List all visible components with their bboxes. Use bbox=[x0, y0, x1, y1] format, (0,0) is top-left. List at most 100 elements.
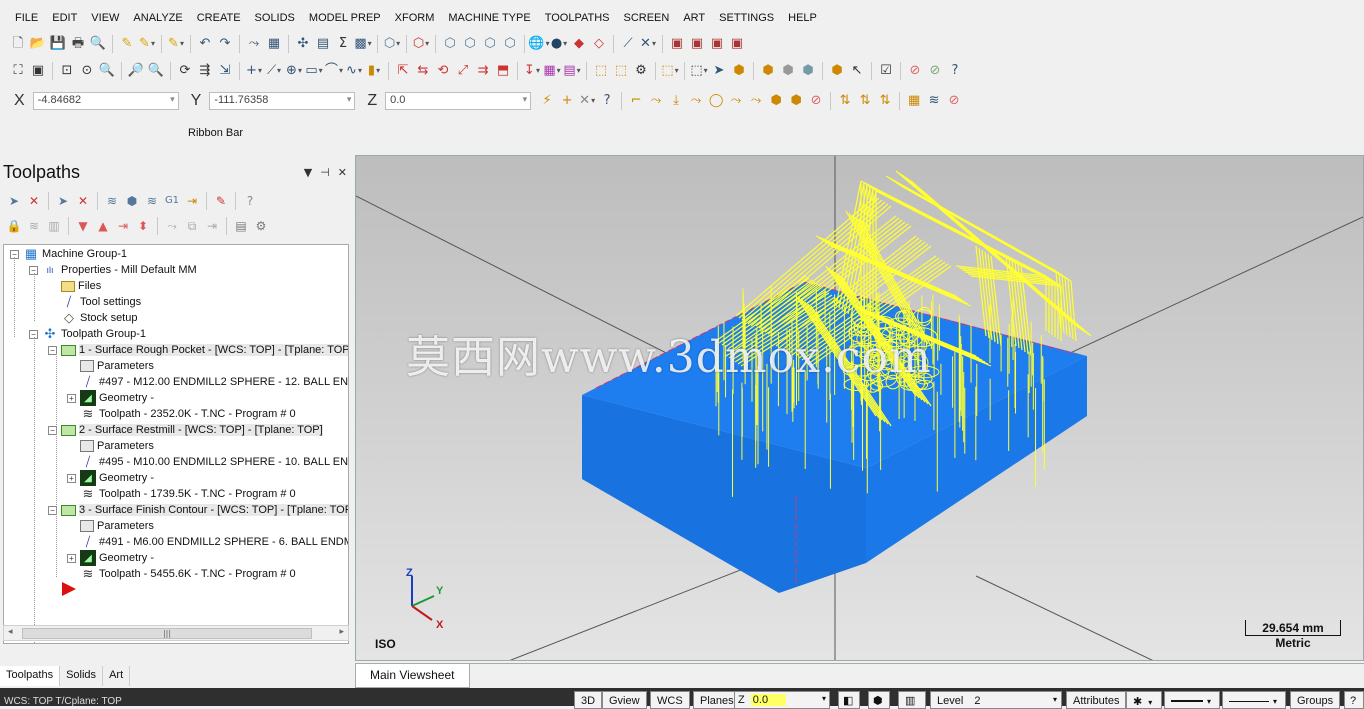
graphics-viewport[interactable]: 莫西网www.3dmox.com Z Y X ISO 29.654 mm Met… bbox=[355, 155, 1364, 661]
xform-mirror-icon[interactable]: ⇆ bbox=[415, 63, 431, 79]
op-grid-icon[interactable]: ▦ bbox=[906, 93, 922, 109]
level-value[interactable]: 2 bbox=[974, 695, 980, 707]
menu-solids[interactable]: SOLIDS bbox=[248, 12, 302, 24]
menu-model-prep[interactable]: MODEL PREP bbox=[302, 12, 388, 24]
toggle-post-icon[interactable]: ▥ bbox=[46, 218, 62, 234]
op-tool2-icon[interactable]: ⇅ bbox=[857, 93, 873, 109]
menu-file[interactable]: FILE bbox=[8, 12, 45, 24]
rectangle-icon[interactable]: ▭ bbox=[305, 63, 322, 79]
selection-mode-icon[interactable]: ⬚ bbox=[661, 63, 678, 79]
op-circle-icon[interactable]: ◯ bbox=[708, 93, 724, 109]
op-pocket-icon[interactable]: ⤳ bbox=[648, 93, 664, 109]
zoom-window-icon[interactable]: ⊡ bbox=[59, 63, 75, 79]
box-select-icon[interactable]: ⬚ bbox=[690, 63, 707, 79]
line-width-field[interactable]: ▾ bbox=[1222, 691, 1286, 709]
solid-color-button[interactable]: ▥ bbox=[898, 691, 926, 709]
wand-icon[interactable]: ✎ bbox=[168, 36, 184, 52]
op-drill-icon[interactable]: ⤓ bbox=[668, 93, 684, 109]
view-right-icon[interactable]: ⬡ bbox=[482, 36, 498, 52]
view-front-icon[interactable]: ⬡ bbox=[462, 36, 478, 52]
tree-node[interactable]: − ▦ Machine Group-1 bbox=[10, 246, 127, 262]
sim-verify-icon[interactable]: ▣ bbox=[689, 36, 705, 52]
attributes-button[interactable]: Attributes bbox=[1066, 691, 1127, 709]
collapse-icon[interactable]: ⧉ bbox=[184, 218, 200, 234]
view-top-icon[interactable]: ⬡ bbox=[442, 36, 458, 52]
x-coordinate-input[interactable]: -4.84682 bbox=[32, 92, 179, 110]
print-preview-icon[interactable]: 🔍 bbox=[90, 36, 106, 52]
tree-node[interactable]: −3 - Surface Finish Contour - [WCS: TOP]… bbox=[48, 502, 348, 518]
ok-icon[interactable]: ⊘ bbox=[927, 63, 943, 79]
op-clear-icon[interactable]: ⊘ bbox=[946, 93, 962, 109]
z-coordinate-input[interactable]: 0.0 bbox=[385, 92, 532, 110]
wcs-button[interactable]: WCS bbox=[650, 691, 690, 709]
regenerate-icon[interactable]: ✕ bbox=[75, 193, 91, 209]
menu-machine-type[interactable]: MACHINE TYPE bbox=[441, 12, 537, 24]
menu-help[interactable]: HELP bbox=[781, 12, 824, 24]
menu-analyze[interactable]: ANALYZE bbox=[126, 12, 189, 24]
verify-icon[interactable]: ⬢ bbox=[124, 193, 140, 209]
stack-icon[interactable]: ▤ bbox=[563, 63, 580, 79]
op-3d-icon[interactable]: ⬢ bbox=[768, 93, 784, 109]
tab-art[interactable]: Art bbox=[103, 666, 131, 686]
sim-backplot-icon[interactable]: ▣ bbox=[669, 36, 685, 52]
menu-edit[interactable]: EDIT bbox=[45, 12, 84, 24]
line-icon[interactable]: ⟋ bbox=[266, 63, 282, 79]
scroll-thumb[interactable]: ||| bbox=[22, 628, 312, 639]
tree-node[interactable]: ≋ Toolpath - 5455.6K - T.NC - Program # 0 bbox=[67, 566, 296, 582]
select-all-icon[interactable]: ⬚ bbox=[593, 63, 609, 79]
op-stop-icon[interactable]: ⊘ bbox=[808, 93, 824, 109]
op-tool3-icon[interactable]: ⇅ bbox=[877, 93, 893, 109]
print-icon[interactable]: 🖶 bbox=[70, 36, 86, 52]
expand-icon[interactable]: + bbox=[67, 553, 76, 563]
status-help-button[interactable]: ? bbox=[1344, 691, 1364, 709]
tree-node[interactable]: + ◢ Geometry - bbox=[67, 550, 154, 566]
g1-icon[interactable]: G1 bbox=[164, 193, 180, 209]
xform-rotate-icon[interactable]: ⟲ bbox=[435, 63, 451, 79]
select-all-ops-icon[interactable]: ➤ bbox=[6, 193, 22, 209]
tree-node[interactable]: ◇ Stock setup bbox=[48, 310, 137, 326]
surface-color-button[interactable]: ⬢ bbox=[868, 691, 890, 709]
tree-node[interactable]: − ılı Properties - Mill Default MM bbox=[29, 262, 197, 278]
cylinder-icon[interactable]: ▮ bbox=[366, 63, 382, 79]
auto-cursor-icon[interactable]: + bbox=[559, 93, 575, 109]
delete-icon[interactable]: ✕ bbox=[640, 36, 656, 52]
tree-node[interactable]: Parameters bbox=[67, 518, 154, 534]
solid-face-icon[interactable]: ⬢ bbox=[780, 63, 796, 79]
fast-point-icon[interactable]: ⚡ bbox=[539, 93, 555, 109]
op-layers-icon[interactable]: ≋ bbox=[926, 93, 942, 109]
tree-node[interactable]: Files bbox=[48, 278, 101, 294]
gview-button[interactable]: Gview bbox=[602, 691, 647, 709]
spline-icon[interactable]: ∿ bbox=[346, 63, 362, 79]
op-tool-icon[interactable]: ⇅ bbox=[837, 93, 853, 109]
menu-view[interactable]: VIEW bbox=[84, 12, 126, 24]
new-file-icon[interactable]: 🗋 bbox=[10, 36, 26, 52]
tab-solids[interactable]: Solids bbox=[60, 666, 104, 686]
menu-create[interactable]: CREATE bbox=[190, 12, 248, 24]
close-icon[interactable]: ✕ bbox=[338, 166, 347, 179]
tree-node[interactable]: Parameters bbox=[67, 358, 154, 374]
cube-red-icon[interactable]: ⬡ bbox=[413, 36, 429, 52]
backplot-icon[interactable]: ≋ bbox=[104, 193, 120, 209]
help-icon[interactable]: ? bbox=[947, 63, 963, 79]
menu-art[interactable]: ART bbox=[676, 12, 712, 24]
undo-icon[interactable]: ↶ bbox=[197, 36, 213, 52]
scroll-insert-icon[interactable]: ⬍ bbox=[135, 218, 151, 234]
shade-icon[interactable]: ◆ bbox=[571, 36, 587, 52]
cancel-icon[interactable]: ⊘ bbox=[907, 63, 923, 79]
solid-multi-icon[interactable]: ⬢ bbox=[829, 63, 845, 79]
line-style-field[interactable]: ▾ bbox=[1164, 691, 1220, 709]
sphere-icon[interactable]: ● bbox=[551, 36, 567, 52]
wireframe-icon[interactable]: ◇ bbox=[591, 36, 607, 52]
tools-icon[interactable]: ✣ bbox=[295, 36, 311, 52]
redo-icon[interactable]: ↷ bbox=[217, 36, 233, 52]
verify-check-icon[interactable]: ☑ bbox=[878, 63, 894, 79]
expand-icon[interactable]: + bbox=[67, 473, 76, 483]
rotate-icon[interactable]: ⟳ bbox=[177, 63, 193, 79]
panel-help-icon[interactable]: ? bbox=[242, 193, 258, 209]
expand-icon[interactable]: + bbox=[67, 393, 76, 403]
globe-icon[interactable]: 🌐 bbox=[528, 36, 547, 52]
xform-offset-icon[interactable]: ⇉ bbox=[475, 63, 491, 79]
list-icon[interactable]: ▤ bbox=[315, 36, 331, 52]
post-icon[interactable]: ⇥ bbox=[184, 193, 200, 209]
level-dropdown-icon[interactable]: ▾ bbox=[1053, 695, 1057, 704]
